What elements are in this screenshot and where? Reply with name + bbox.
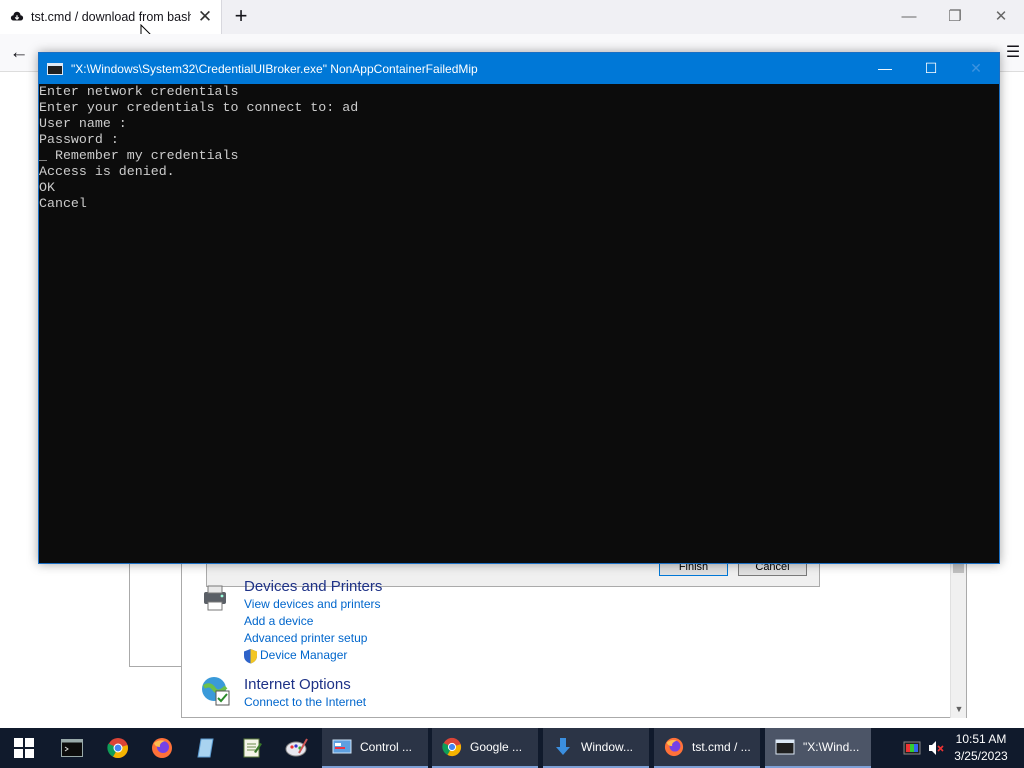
browser-tab-bar: tst.cmd / download from bash ✕ + — ❐ ✕ [0, 0, 1024, 45]
console-maximize-button[interactable]: ☐ [908, 53, 954, 84]
taskbar-task-firefox[interactable]: tst.cmd / ... [654, 728, 760, 768]
taskbar-task-credential-broker[interactable]: "X:\Wind... [765, 728, 871, 768]
taskbar-pin-paint[interactable] [275, 728, 319, 768]
add-device-link[interactable]: Add a device [244, 614, 313, 628]
cloud-download-icon [10, 11, 24, 21]
taskbar-task-control-panel[interactable]: Control ... [322, 728, 428, 768]
taskbar-pin-chrome[interactable] [96, 728, 140, 768]
tab-close-icon[interactable]: ✕ [197, 8, 213, 25]
control-panel-scrollbar[interactable]: ▼ [950, 563, 966, 718]
browser-restore-button[interactable]: ❐ [944, 6, 966, 28]
advanced-printer-setup-link[interactable]: Advanced printer setup [244, 631, 367, 645]
console-line: Access is denied. [39, 164, 175, 179]
console-line: _ Remember my credentials [39, 148, 239, 163]
console-output[interactable]: Enter network credentials Enter your cre… [39, 84, 999, 563]
console-line: OK [39, 180, 55, 195]
new-tab-button[interactable]: + [229, 5, 253, 29]
console-title-bar[interactable]: "X:\Windows\System32\CredentialUIBroker.… [39, 53, 999, 84]
download-arrow-icon [556, 738, 570, 755]
console-line: Cancel [39, 196, 87, 211]
console-close-button[interactable]: ✕ [953, 53, 999, 84]
chrome-icon [442, 737, 462, 757]
taskbar: Control ... Google ... Window... tst.cmd… [0, 728, 1024, 768]
firefox-icon [664, 737, 684, 757]
console-window: "X:\Windows\System32\CredentialUIBroker.… [38, 52, 1000, 564]
tab-title: tst.cmd / download from bash [31, 10, 191, 24]
notepad-icon [243, 738, 262, 758]
task-label: Google ... [470, 740, 523, 754]
taskbar-task-windows-download[interactable]: Window... [543, 728, 649, 768]
taskbar-task-chrome[interactable]: Google ... [432, 728, 538, 768]
volume-muted-icon[interactable] [927, 739, 945, 757]
background-window [129, 563, 189, 667]
console-line: User name : [39, 116, 127, 131]
view-devices-link[interactable]: View devices and printers [244, 597, 381, 611]
console-app-icon [47, 62, 63, 75]
console-minimize-button[interactable]: — [862, 53, 908, 84]
app-icon [197, 738, 214, 758]
browser-tab[interactable]: tst.cmd / download from bash ✕ [0, 0, 222, 34]
internet-options-icon [202, 677, 230, 706]
windows-logo-icon [14, 738, 34, 758]
printer-icon [204, 585, 226, 611]
menu-icon[interactable]: ☰ [1000, 41, 1024, 65]
internet-options-title[interactable]: Internet Options [244, 676, 351, 693]
taskbar-clock[interactable]: 10:51 AM 3/25/2023 [944, 731, 1018, 765]
paint-icon [285, 738, 308, 757]
control-panel-icon [332, 739, 352, 754]
taskbar-pin-editor[interactable] [230, 728, 274, 768]
console-line: Password : [39, 132, 119, 147]
clock-date: 3/25/2023 [954, 749, 1008, 763]
console-line: Enter network credentials [39, 84, 239, 99]
clock-time: 10:51 AM [955, 732, 1007, 746]
color-tray-icon[interactable] [903, 739, 921, 757]
uac-shield-icon [244, 649, 257, 664]
console-title: "X:\Windows\System32\CredentialUIBroker.… [71, 61, 478, 76]
back-button[interactable]: ← [6, 41, 32, 65]
chrome-icon [107, 738, 128, 759]
task-label: "X:\Wind... [803, 740, 860, 754]
console-window-icon [775, 739, 795, 755]
wizard-cancel-button[interactable]: Cancel [738, 563, 807, 576]
connect-to-internet-link[interactable]: Connect to the Internet [244, 695, 366, 709]
device-manager-link[interactable]: Device Manager [260, 648, 347, 662]
start-button[interactable] [0, 728, 48, 768]
taskbar-pin-firefox[interactable] [140, 728, 184, 768]
console-line: Enter your credentials to connect to: ad [39, 100, 359, 115]
firefox-icon [152, 738, 172, 758]
browser-close-button[interactable]: ✕ [990, 6, 1012, 28]
command-prompt-icon [61, 739, 83, 757]
taskbar-pin-cmd[interactable] [50, 728, 94, 768]
scroll-down-arrow-icon[interactable]: ▼ [951, 704, 967, 716]
task-label: tst.cmd / ... [692, 740, 751, 754]
devices-and-printers-title[interactable]: Devices and Printers [244, 578, 382, 595]
task-label: Window... [581, 740, 634, 754]
taskbar-pin-app[interactable] [185, 728, 229, 768]
scrollbar-thumb[interactable] [953, 563, 964, 573]
task-label: Control ... [360, 740, 413, 754]
finish-button[interactable]: Finish [659, 563, 728, 576]
control-panel-window: Finish Cancel Devices and Printers View … [181, 563, 967, 718]
browser-minimize-button[interactable]: — [898, 6, 920, 28]
